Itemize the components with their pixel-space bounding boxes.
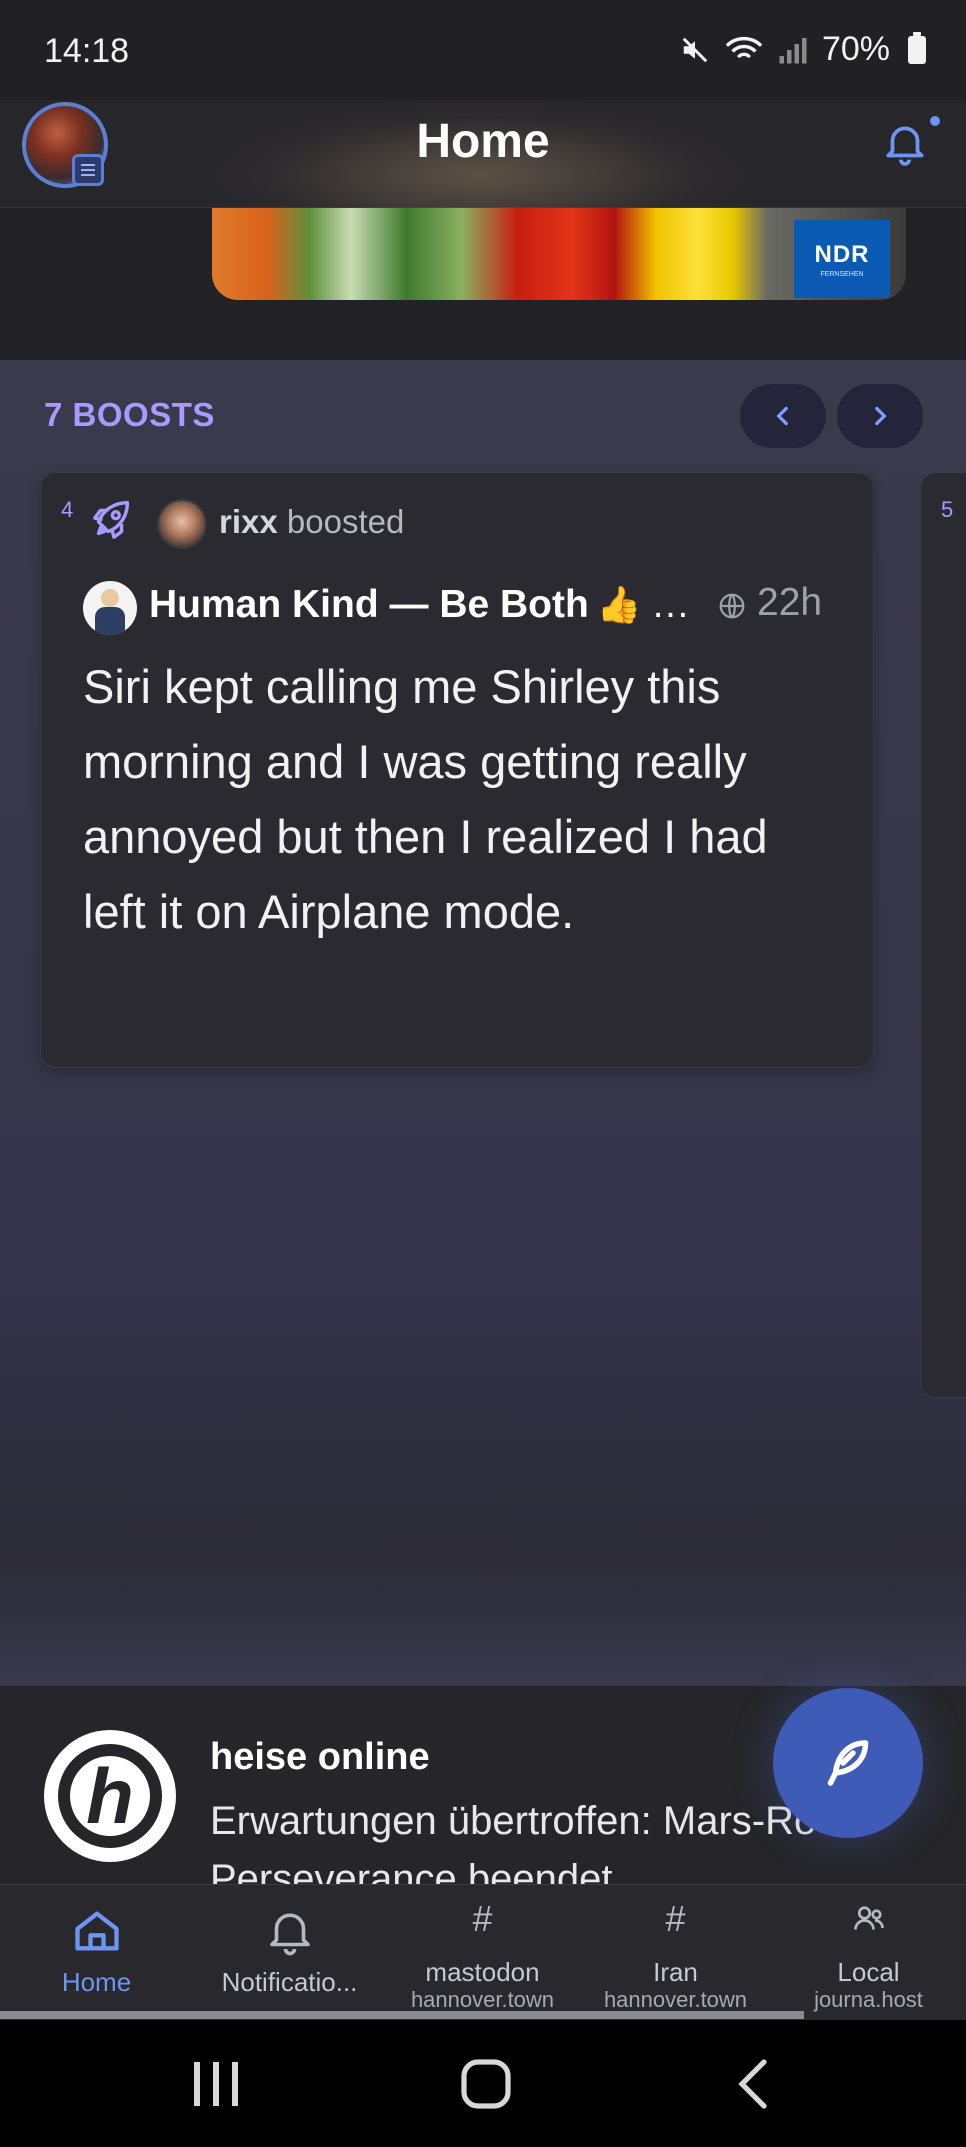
- bell-icon: [269, 1913, 310, 1956]
- booster-line: rixx boosted: [219, 503, 404, 541]
- globe-icon: [719, 593, 745, 619]
- signal-icon: [779, 37, 807, 63]
- boosts-title: 7 BOOSTS: [44, 396, 215, 433]
- next-boost-card[interactable]: 5: [920, 472, 966, 1398]
- notifications-bell-icon[interactable]: [880, 118, 930, 168]
- recents-icon[interactable]: [186, 2058, 246, 2110]
- thumbs-up-emoji: 👍: [596, 584, 642, 625]
- carousel-next-button[interactable]: [837, 384, 923, 448]
- heise-logo-mark: h: [86, 1751, 134, 1840]
- bottom-nav: Home Notificatio... # mastodon hannover.…: [0, 1884, 966, 2020]
- battery-percent: 70%: [821, 30, 890, 68]
- card-index: 4: [61, 497, 74, 522]
- author-ellipsis: …: [651, 583, 690, 626]
- compose-button[interactable]: [773, 1688, 923, 1838]
- booster-action: boosted: [286, 503, 405, 540]
- card-index: 5: [941, 497, 954, 522]
- previous-post: NDR FERNSEHEN: [0, 208, 966, 360]
- notification-dot: [930, 116, 940, 126]
- tab-local[interactable]: Local journa.host: [772, 1885, 965, 2013]
- tab-scroll-indicator: [0, 2011, 804, 2019]
- users-icon: [853, 1906, 884, 1930]
- news-source[interactable]: heise online: [210, 1736, 430, 1779]
- hash-icon: #: [665, 1898, 686, 1939]
- tab-home[interactable]: Home: [0, 1885, 193, 2013]
- post-image[interactable]: NDR FERNSEHEN: [212, 208, 906, 300]
- rocket-icon: [93, 501, 130, 539]
- chevron-left-icon: [776, 406, 788, 426]
- mute-icon: [682, 37, 708, 62]
- post-time: 22h: [757, 581, 823, 624]
- tab-hashtag-mastodon[interactable]: # mastodon hannover.town: [386, 1885, 579, 2013]
- ndr-logo: NDR FERNSEHEN: [794, 220, 890, 298]
- booster-name[interactable]: rixx: [219, 503, 278, 540]
- tab-notifications[interactable]: Notificatio...: [193, 1885, 386, 2013]
- home-circle-icon[interactable]: [456, 2058, 516, 2110]
- author-avatar[interactable]: [83, 581, 137, 635]
- boost-card[interactable]: 4 rixx boosted Human Kind — Be Both 👍 … 2…: [40, 472, 874, 1068]
- carousel-prev-button[interactable]: [740, 384, 826, 448]
- chevron-right-icon: [875, 406, 887, 426]
- system-nav-bar: [0, 2020, 966, 2147]
- home-icon: [74, 1911, 119, 1951]
- battery-icon: [908, 31, 926, 64]
- feather-compose-icon: [827, 1740, 869, 1786]
- status-time: 14:18: [44, 32, 130, 70]
- page-title: Home: [416, 115, 550, 168]
- tab-hashtag-iran[interactable]: # Iran hannover.town: [579, 1885, 772, 2013]
- wifi-icon: [725, 36, 763, 58]
- author-name[interactable]: Human Kind — Be Both 👍: [149, 583, 642, 627]
- back-icon[interactable]: [726, 2058, 786, 2110]
- status-bar: 14:18 70%: [0, 0, 966, 100]
- post-text: Siri kept calling me Shirley this mornin…: [83, 660, 768, 938]
- hash-icon: #: [472, 1898, 493, 1939]
- boosts-section: 7 BOOSTS 4 rixx boosted Human Kind — Be …: [0, 360, 966, 1686]
- app-header: Home: [0, 100, 966, 208]
- booster-avatar[interactable]: [157, 499, 207, 549]
